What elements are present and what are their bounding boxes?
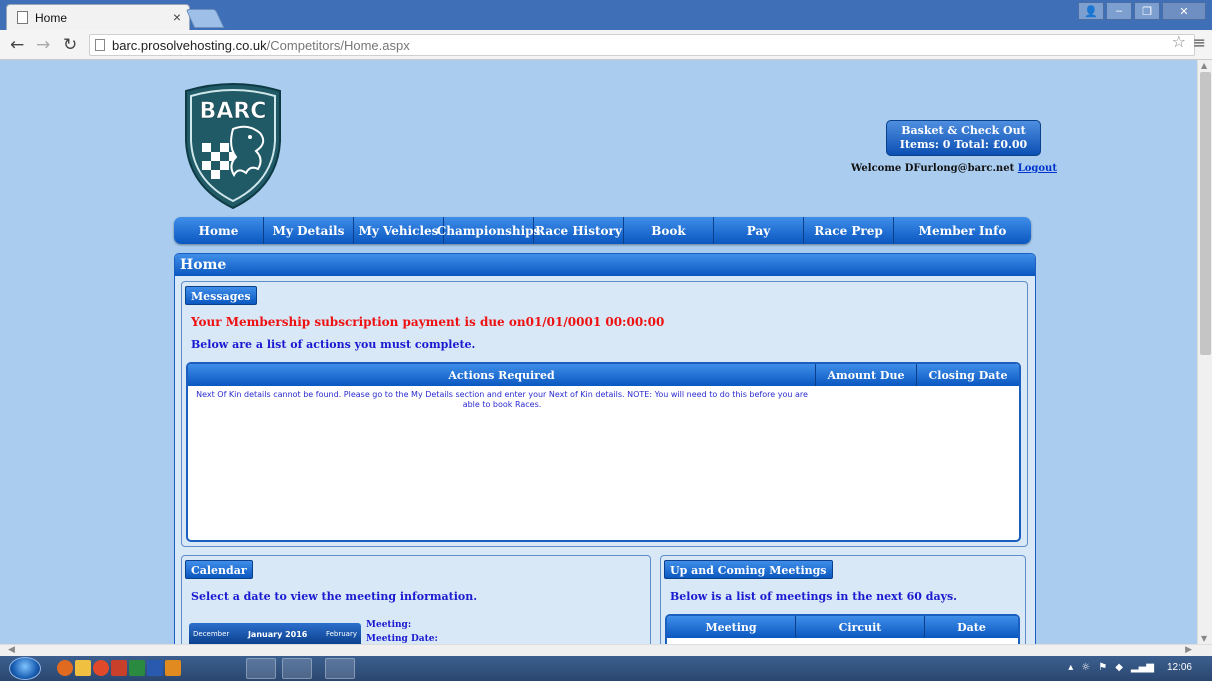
meetings-table-header: Meeting Circuit Date xyxy=(667,616,1018,638)
taskbar-word-window[interactable] xyxy=(282,658,312,679)
actions-intro: Below are a list of actions you must com… xyxy=(191,338,476,351)
network-tray-icon[interactable]: ☼ xyxy=(1081,662,1090,673)
action-cell: Next Of Kin details cannot be found. Ple… xyxy=(196,390,808,409)
upcoming-intro: Below is a list of meetings in the next … xyxy=(670,590,957,603)
amount-cell xyxy=(816,386,917,410)
close-window-button[interactable]: ✕ xyxy=(1162,2,1206,20)
upcoming-meetings-label: Up and Coming Meetings xyxy=(664,560,833,579)
closing-date-cell xyxy=(917,386,1019,410)
nav-item-race-prep[interactable]: Race Prep xyxy=(804,217,894,244)
welcome-text: Welcome DFurlong@barc.net Logout xyxy=(851,163,1057,174)
membership-notice: Your Membership subscription payment is … xyxy=(191,315,665,329)
column-header: Date xyxy=(957,620,986,634)
outlook-icon[interactable] xyxy=(165,660,181,676)
browser-icon[interactable] xyxy=(57,660,73,676)
page-icon xyxy=(95,39,105,51)
basket-checkout-button[interactable]: Basket & Check Out Items: 0 Total: £0.00 xyxy=(886,120,1041,156)
vertical-scrollbar[interactable]: ▲ ▼ xyxy=(1197,60,1212,644)
column-header: Circuit xyxy=(796,616,925,638)
actions-table-header: Actions Required Amount Due Closing Date xyxy=(188,364,1019,386)
column-header: Actions Required xyxy=(188,364,816,386)
calendar-box: Calendar Select a date to view the meeti… xyxy=(181,555,651,644)
minimize-button[interactable]: – xyxy=(1106,2,1132,20)
scroll-right-arrow-icon[interactable]: ▶ xyxy=(1185,645,1192,655)
powerpoint-icon[interactable] xyxy=(111,660,127,676)
scroll-thumb[interactable] xyxy=(1200,72,1211,355)
panel-title: Home xyxy=(175,254,1035,276)
page-icon xyxy=(17,11,28,24)
meeting-date-label: Meeting Date: xyxy=(366,634,438,644)
flag-tray-icon[interactable]: ⚑ xyxy=(1098,662,1107,673)
browser-tab-strip: Home × 👤 – ❐ ✕ xyxy=(0,0,1212,31)
chrome-icon[interactable] xyxy=(93,660,109,676)
windows-taskbar: ▴ ☼ ⚑ ◆ ▂▄▆ 12:06 xyxy=(0,656,1212,681)
welcome-user: Welcome DFurlong@barc.net xyxy=(851,163,1015,174)
browser-toolbar: ← → ↻ barc.prosolvehosting.co.uk/Competi… xyxy=(0,30,1212,60)
new-tab-button[interactable] xyxy=(185,9,225,28)
shield-tray-icon[interactable]: ◆ xyxy=(1115,662,1123,673)
maximize-button[interactable]: ❐ xyxy=(1134,2,1160,20)
basket-summary: Items: 0 Total: £0.00 xyxy=(899,138,1028,151)
tray-arrow-icon[interactable]: ▴ xyxy=(1068,662,1073,673)
menu-icon[interactable]: ≡ xyxy=(1193,33,1206,52)
nav-item-book[interactable]: Book xyxy=(624,217,714,244)
tab-title: Home xyxy=(35,11,68,25)
svg-text:BARC: BARC xyxy=(200,99,267,124)
start-button[interactable] xyxy=(9,657,41,680)
taskbar-outlook-window[interactable] xyxy=(246,658,276,679)
column-header: Amount Due xyxy=(816,364,917,386)
logout-link[interactable]: Logout xyxy=(1018,163,1057,174)
page-viewport: BARC Basket & Check Out Items: 0 Total: … xyxy=(0,60,1197,644)
next-month-link[interactable]: February xyxy=(326,630,357,638)
meeting-label: Meeting: xyxy=(366,620,412,630)
nav-item-race-history[interactable]: Race History xyxy=(534,217,624,244)
column-header: Closing Date xyxy=(928,368,1008,382)
scroll-left-arrow-icon[interactable]: ◀ xyxy=(8,645,15,655)
nav-item-home[interactable]: Home xyxy=(174,217,264,244)
prev-month-link[interactable]: December xyxy=(193,630,229,638)
upcoming-meetings-box: Up and Coming Meetings Below is a list o… xyxy=(660,555,1026,644)
window-controls: 👤 – ❐ ✕ xyxy=(1078,2,1206,20)
calendar-month-bar: December January 2016 February xyxy=(189,623,361,644)
current-month: January 2016 xyxy=(247,629,308,639)
bookmark-star-icon[interactable]: ☆ xyxy=(1172,32,1186,51)
browser-tab[interactable]: Home × xyxy=(6,4,190,31)
reload-icon[interactable]: ↻ xyxy=(63,35,77,55)
back-arrow-icon[interactable]: ← xyxy=(10,35,24,55)
calendar-label: Calendar xyxy=(185,560,253,579)
messages-label: Messages xyxy=(185,286,257,305)
messages-box: Messages Your Membership subscription pa… xyxy=(181,281,1028,547)
forward-arrow-icon[interactable]: → xyxy=(36,35,50,55)
folder-icon[interactable] xyxy=(75,660,91,676)
taskbar-clock[interactable]: 12:06 xyxy=(1167,662,1192,673)
main-nav: Home My Details My Vehicles Championship… xyxy=(174,217,1031,244)
nav-item-member-info[interactable]: Member Info xyxy=(894,217,1031,244)
word-icon[interactable] xyxy=(147,660,163,676)
actions-table: Actions Required Amount Due Closing Date… xyxy=(186,362,1021,542)
horizontal-scrollbar[interactable]: ◀ ▶ xyxy=(0,644,1212,656)
table-row: Next Of Kin details cannot be found. Ple… xyxy=(188,386,1019,410)
nav-item-my-vehicles[interactable]: My Vehicles xyxy=(354,217,444,244)
user-icon[interactable]: 👤 xyxy=(1078,2,1104,20)
signal-tray-icon[interactable]: ▂▄▆ xyxy=(1131,662,1154,673)
basket-label: Basket & Check Out xyxy=(901,124,1026,137)
excel-icon[interactable] xyxy=(129,660,145,676)
calendar-instruction: Select a date to view the meeting inform… xyxy=(191,590,478,603)
nav-item-my-details[interactable]: My Details xyxy=(264,217,354,244)
tab-close-icon[interactable]: × xyxy=(173,9,181,25)
home-panel: Home Messages Your Membership subscripti… xyxy=(174,253,1036,644)
barc-logo[interactable]: BARC xyxy=(178,81,288,209)
scroll-up-arrow-icon[interactable]: ▲ xyxy=(1201,61,1207,70)
meetings-table: Meeting Circuit Date xyxy=(665,614,1020,644)
url-text: barc.prosolvehosting.co.uk/Competitors/H… xyxy=(112,38,410,53)
taskbar-chrome-window[interactable] xyxy=(325,658,355,679)
address-bar[interactable]: barc.prosolvehosting.co.uk/Competitors/H… xyxy=(89,34,1195,56)
column-header: Meeting xyxy=(667,616,796,638)
nav-item-championships[interactable]: Championships xyxy=(437,217,540,244)
system-tray: ▴ ☼ ⚑ ◆ ▂▄▆ xyxy=(1068,662,1154,673)
scroll-down-arrow-icon[interactable]: ▼ xyxy=(1201,634,1207,643)
nav-item-pay[interactable]: Pay xyxy=(714,217,804,244)
